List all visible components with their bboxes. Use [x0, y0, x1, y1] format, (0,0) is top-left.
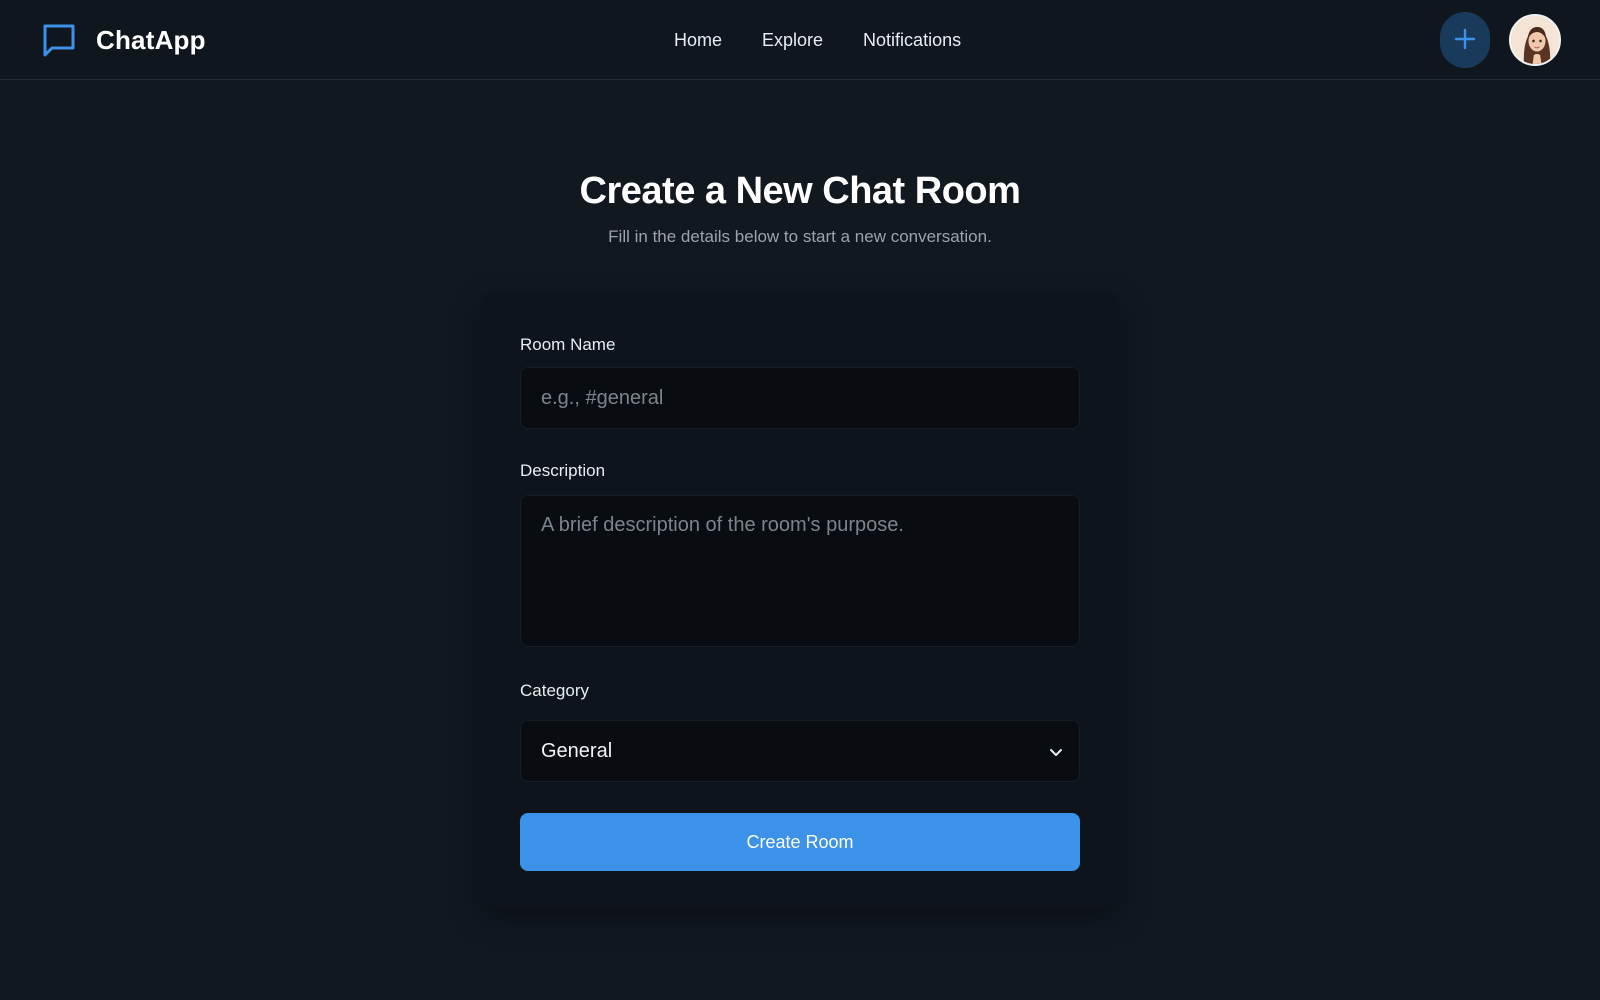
room-name-input[interactable]	[520, 367, 1080, 429]
page-heading: Create a New Chat Room Fill in the detai…	[0, 170, 1600, 247]
category-select[interactable]: General	[520, 720, 1080, 782]
plus-icon	[1454, 28, 1476, 53]
category-label: Category	[520, 681, 589, 700]
nav-item-notifications[interactable]: Notifications	[863, 26, 961, 54]
chat-bubble-icon	[42, 22, 76, 58]
description-label: Description	[520, 461, 606, 480]
page-subtitle: Fill in the details below to start a new…	[608, 227, 992, 246]
brand[interactable]: ChatApp	[42, 20, 206, 60]
avatar[interactable]	[1509, 14, 1561, 66]
create-room-form: Room Name Description Category General C…	[480, 293, 1120, 907]
add-button[interactable]	[1440, 12, 1490, 68]
nav-item-home[interactable]: Home	[674, 26, 722, 54]
room-name-label: Room Name	[520, 335, 616, 354]
description-textarea[interactable]	[520, 495, 1080, 647]
user-avatar-icon	[1511, 16, 1559, 64]
top-navigation-bar: ChatApp Home Explore Notifications	[0, 0, 1600, 80]
main-nav: Home Explore Notifications	[674, 26, 961, 54]
nav-item-explore[interactable]: Explore	[762, 26, 823, 54]
app-name: ChatApp	[96, 24, 206, 55]
category-selected-value: General	[541, 739, 613, 762]
page-title: Create a New Chat Room	[579, 170, 1021, 212]
chevron-down-icon	[1047, 743, 1065, 761]
create-room-button[interactable]: Create Room	[520, 813, 1080, 871]
